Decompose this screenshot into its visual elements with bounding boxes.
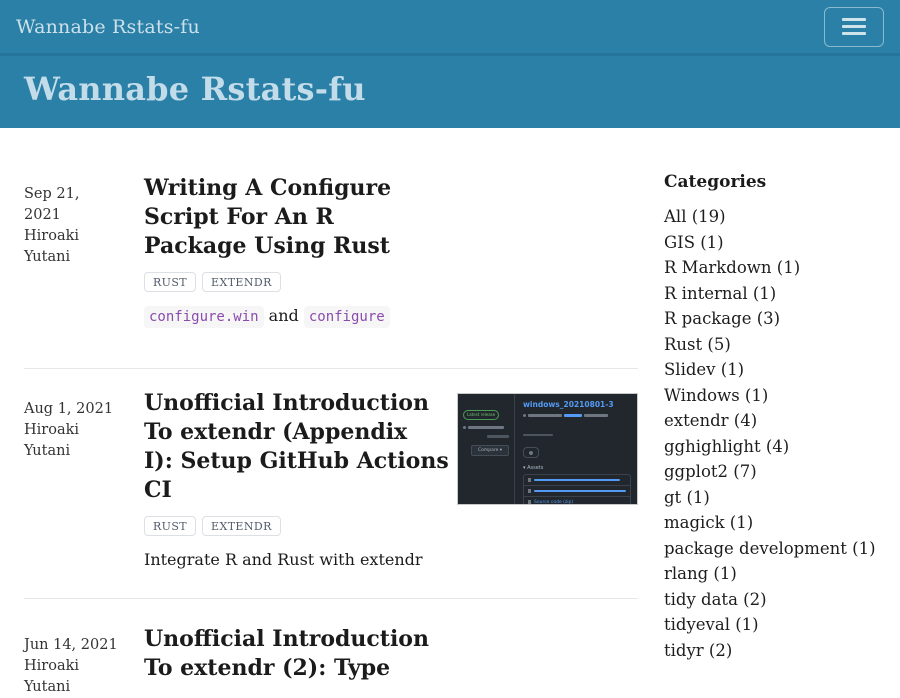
post-summary: Integrate R and Rust with extendr [144,548,450,572]
source-zip-link: Source code (zip) [534,500,573,505]
menu-toggle-button[interactable] [824,7,884,47]
category-link[interactable]: R internal (1) [664,281,884,307]
post-thumbnail-github-release[interactable]: Latest release Compare ▾ windows_2021080… [457,393,638,505]
post-title-link[interactable]: Unofficial Introduction To extendr (2): … [144,625,638,683]
release-body: windows_20210801-3 ▾ Assets [516,394,637,504]
post-summary: configure.win and configure [144,304,450,328]
site-banner: Wannabe Rstats-fu [0,56,900,128]
category-link[interactable]: ggplot2 (7) [664,459,884,485]
hamburger-icon [842,18,866,35]
categories-title: Categories [664,172,884,192]
post-content: Unofficial Introduction To extendr (2): … [144,625,638,698]
post-item: Sep 21, 2021 Hiroaki Yutani Writing A Co… [24,174,638,369]
compare-button: Compare ▾ [471,445,509,456]
category-link[interactable]: R Markdown (1) [664,255,884,281]
release-byline-placeholder [523,414,631,417]
category-link[interactable]: package development (1) [664,536,884,562]
post-author: Hiroaki Yutani [24,656,118,698]
category-link[interactable]: Windows (1) [664,383,884,409]
category-link[interactable]: tidyeval (1) [664,612,884,638]
category-link[interactable]: magick (1) [664,510,884,536]
main-container: Sep 21, 2021 Hiroaki Yutani Writing A Co… [0,128,900,698]
tag-row: RUST EXTENDR [144,516,638,536]
post-meta: Jun 14, 2021 Hiroaki Yutani [24,625,144,698]
reaction-button [523,447,539,458]
post-item: Jun 14, 2021 Hiroaki Yutani Unofficial I… [24,599,638,698]
asset-row: Source code (zip) [524,496,630,505]
category-link[interactable]: tidy data (2) [664,587,884,613]
category-link[interactable]: gghighlight (4) [664,434,884,460]
tag-badge[interactable]: RUST [144,272,196,292]
asset-row-placeholder [524,475,630,485]
top-navbar: Wannabe Rstats-fu [0,0,900,56]
tag-badge[interactable]: EXTENDR [202,516,281,536]
category-link[interactable]: gt (1) [664,485,884,511]
tag-name-placeholder [463,426,511,429]
post-title-link[interactable]: Writing A Configure Script For An R Pack… [144,174,638,261]
summary-text: and [264,306,304,325]
release-sidebar: Latest release Compare ▾ [458,394,515,504]
tag-row: RUST EXTENDR [144,272,638,292]
category-link[interactable]: extendr (4) [664,408,884,434]
post-item: Aug 1, 2021 Hiroaki Yutani Unofficial In… [24,369,638,599]
category-link[interactable]: GIS (1) [664,230,884,256]
tag-badge[interactable]: EXTENDR [202,272,281,292]
post-author: Hiroaki Yutani [24,226,118,268]
category-link[interactable]: rlang (1) [664,561,884,587]
category-link[interactable]: All (19) [664,204,884,230]
category-link[interactable]: Slidev (1) [664,357,884,383]
release-note-placeholder [523,421,631,440]
assets-label: ▾ Assets [523,465,631,471]
category-list: All (19) GIS (1) R Markdown (1) R intern… [664,204,884,663]
page-title: Wannabe Rstats-fu [24,69,884,109]
post-date: Aug 1, 2021 [24,399,118,420]
commit-hash-placeholder [463,435,511,438]
release-title: windows_20210801-3 [523,400,631,409]
post-content: Writing A Configure Script For An R Pack… [144,174,638,328]
post-list: Sep 21, 2021 Hiroaki Yutani Writing A Co… [16,128,638,698]
inline-code: configure [304,306,390,328]
post-date: Sep 21, 2021 [24,184,118,226]
post-content: Unofficial Introduction To extendr (Appe… [144,389,638,572]
category-link[interactable]: Rust (5) [664,332,884,358]
category-link[interactable]: R package (3) [664,306,884,332]
post-date: Jun 14, 2021 [24,635,118,656]
categories-sidebar: Categories All (19) GIS (1) R Markdown (… [638,128,884,698]
post-meta: Aug 1, 2021 Hiroaki Yutani [24,389,144,572]
asset-row-placeholder [524,485,630,496]
latest-release-badge: Latest release [463,410,499,420]
category-link[interactable]: tidyr (2) [664,638,884,664]
inline-code: configure.win [144,306,264,328]
post-meta: Sep 21, 2021 Hiroaki Yutani [24,174,144,328]
tag-badge[interactable]: RUST [144,516,196,536]
assets-box: Source code (zip) Source code (tar.gz) [523,474,631,505]
post-author: Hiroaki Yutani [24,420,118,462]
navbar-brand[interactable]: Wannabe Rstats-fu [16,16,200,38]
